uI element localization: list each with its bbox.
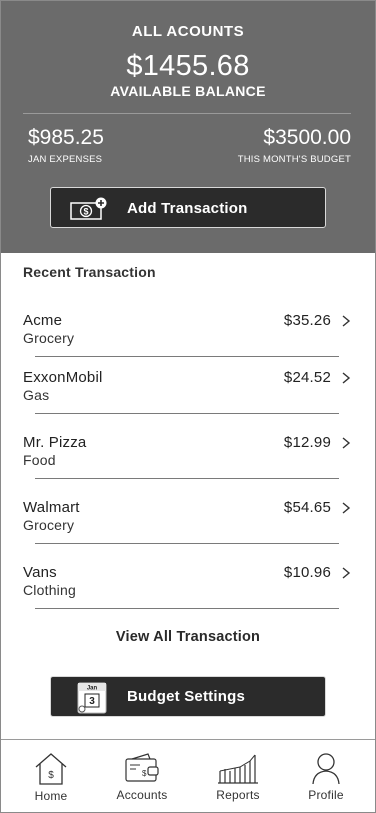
transaction-category: Gas (23, 387, 50, 403)
budget-value: $3500.00 (263, 126, 351, 149)
expenses-stat: $985.25 JAN EXPENSES (28, 126, 104, 165)
add-transaction-button[interactable]: $ Add Transaction (50, 187, 326, 228)
home-icon: $ (35, 753, 67, 785)
user-icon (312, 753, 340, 785)
transaction-amount: $24.52 (283, 369, 331, 386)
chevron-right-icon (342, 437, 351, 449)
transaction-row[interactable]: Mr. Pizza Food $12.99 (23, 434, 353, 490)
nav-profile[interactable]: Profile (286, 751, 366, 802)
transaction-amount: $35.26 (283, 312, 331, 329)
balance-header: ALL ACOUNTS $1455.68 AVAILABLE BALANCE $… (1, 1, 375, 253)
nav-reports-label: Reports (216, 788, 260, 802)
transaction-amount: $54.65 (283, 499, 331, 516)
chevron-right-icon (342, 315, 351, 327)
transaction-category: Grocery (23, 517, 75, 533)
budget-settings-button[interactable]: Jan 3 Budget Settings (50, 676, 326, 717)
row-divider (35, 478, 339, 479)
expenses-value: $985.25 (28, 126, 104, 149)
header-divider (23, 113, 351, 114)
accounts-title: ALL ACOUNTS (131, 23, 245, 40)
transaction-amount: $12.99 (283, 434, 331, 451)
transaction-category: Food (23, 452, 56, 468)
nav-home-label: Home (34, 789, 68, 803)
chevron-right-icon (342, 567, 351, 579)
transaction-row[interactable]: Acme Grocery $35.26 (23, 312, 353, 368)
budget-settings-label: Budget Settings (127, 688, 245, 705)
row-divider (35, 356, 339, 357)
cash-dollar-sign: $ (83, 207, 88, 217)
transaction-category: Clothing (23, 582, 76, 598)
expenses-label: JAN EXPENSES (28, 154, 103, 165)
transaction-category: Grocery (23, 330, 75, 346)
view-all-transactions-link[interactable]: View All Transaction (1, 629, 375, 645)
transaction-merchant: Vans (23, 564, 57, 581)
nav-accounts-label: Accounts (116, 788, 168, 802)
budget-label: THIS MONTH'S BUDGET (237, 154, 351, 165)
wallet-icon: $ (125, 753, 159, 782)
chevron-right-icon (342, 372, 351, 384)
wallet-dollar-sign: $ (142, 769, 147, 778)
transaction-row[interactable]: ExxonMobil Gas $24.52 (23, 369, 353, 425)
transaction-amount: $10.96 (283, 564, 331, 581)
bottom-nav-divider (1, 739, 375, 740)
nav-reports[interactable]: Reports (198, 751, 278, 802)
calendar-month-text: Jan (87, 686, 98, 692)
home-dollar-sign: $ (48, 770, 54, 781)
row-divider (35, 413, 339, 414)
budget-stat: $3500.00 THIS MONTH'S BUDGET (238, 126, 351, 165)
nav-profile-label: Profile (308, 788, 344, 802)
transaction-merchant: ExxonMobil (23, 369, 103, 386)
bar-chart-icon (218, 754, 258, 784)
app-frame: ALL ACOUNTS $1455.68 AVAILABLE BALANCE $… (0, 0, 376, 813)
calendar-day-text: 3 (89, 696, 95, 707)
transaction-row[interactable]: Vans Clothing $10.96 (23, 564, 353, 620)
transaction-merchant: Acme (23, 312, 63, 329)
chevron-right-icon (342, 502, 351, 514)
nav-home[interactable]: $ Home (11, 751, 91, 803)
add-transaction-label: Add Transaction (127, 200, 248, 217)
recent-transactions-title: Recent Transaction (23, 264, 156, 280)
available-balance-value: $1455.68 (126, 50, 250, 82)
calendar-icon: Jan 3 (76, 681, 108, 720)
add-cash-icon: $ (70, 197, 110, 226)
transaction-merchant: Walmart (23, 499, 80, 516)
row-divider (35, 608, 339, 609)
nav-accounts[interactable]: $ Accounts (102, 751, 182, 802)
transaction-merchant: Mr. Pizza (23, 434, 87, 451)
available-balance-label: AVAILABLE BALANCE (110, 83, 266, 99)
row-divider (35, 543, 339, 544)
transaction-row[interactable]: Walmart Grocery $54.65 (23, 499, 353, 555)
